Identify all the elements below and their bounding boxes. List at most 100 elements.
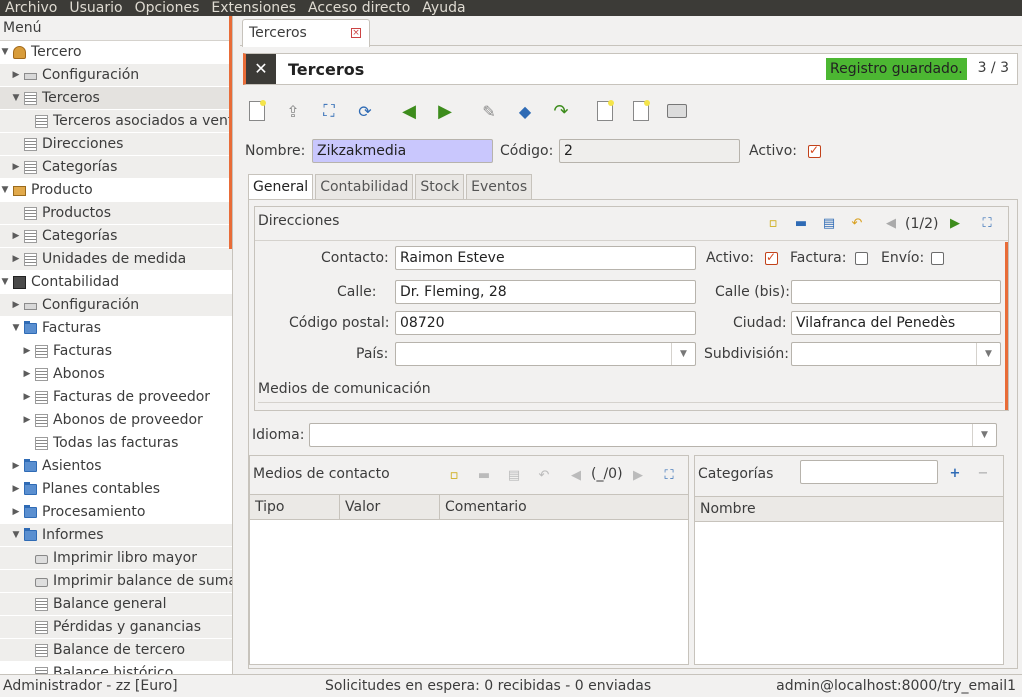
expander-closed-icon[interactable]: ▶ [11, 455, 21, 478]
sidebar-item[interactable]: ▼ Terceros [0, 87, 232, 110]
sidebar-item[interactable]: ▼ Producto [0, 179, 232, 202]
sidebar-item[interactable]: ▶ Facturas de proveedor [0, 386, 232, 409]
menu-archivo[interactable]: Archivo [0, 0, 64, 16]
expander-closed-icon[interactable]: ▶ [22, 363, 32, 386]
dir-undo-icon[interactable]: ↶ [849, 216, 865, 232]
expander-open-icon[interactable]: ▼ [11, 524, 21, 547]
relate-button[interactable]: ↷ [550, 100, 572, 122]
add-icon[interactable]: + [947, 466, 963, 482]
expander-open-icon[interactable]: ▼ [0, 41, 10, 64]
activo-checkbox[interactable] [808, 143, 821, 158]
tab-stock[interactable]: Stock [415, 174, 465, 199]
mc-prev-icon[interactable]: ◀ [568, 468, 584, 484]
tools-icon[interactable]: ✕ [246, 54, 276, 84]
contacto-field[interactable]: Raimon Esteve [395, 246, 696, 270]
dir-prev-icon[interactable]: ◀ [883, 216, 899, 232]
remove-icon[interactable]: − [975, 466, 991, 482]
sidebar-item[interactable]: Direcciones [0, 133, 232, 156]
sidebar-item[interactable]: ▶ Planes contables [0, 478, 232, 501]
sidebar-item[interactable]: ▶ Asientos [0, 455, 232, 478]
switch-view-button[interactable]: ⛶ [318, 100, 340, 122]
sidebar-item[interactable]: Imprimir libro mayor [0, 547, 232, 570]
expander-closed-icon[interactable]: ▶ [22, 340, 32, 363]
sidebar-item[interactable]: Balance general [0, 593, 232, 616]
expander-closed-icon[interactable]: ▶ [11, 225, 21, 248]
mc-undo-icon[interactable]: ↶ [536, 468, 552, 484]
subdivision-select[interactable]: ▼ [791, 342, 1001, 366]
mc-new-icon[interactable]: ▫ [446, 468, 462, 484]
menu-opciones[interactable]: Opciones [130, 0, 207, 16]
dir-activo-checkbox[interactable] [765, 250, 778, 265]
status-requests[interactable]: Solicitudes en espera: 0 recibidas - 0 e… [325, 675, 651, 697]
sidebar-item[interactable]: ▼ Tercero [0, 41, 232, 64]
report-button[interactable] [594, 100, 616, 122]
sidebar-item[interactable]: Balance de tercero [0, 639, 232, 662]
categorias-search[interactable] [800, 460, 938, 484]
sidebar-item[interactable]: ▶ Configuración [0, 294, 232, 317]
ciudad-field[interactable]: Vilafranca del Penedès [791, 311, 1001, 335]
dir-next-icon[interactable]: ▶ [947, 216, 963, 232]
tab-general[interactable]: General [248, 174, 314, 200]
sidebar-item[interactable]: ▶ Abonos de proveedor [0, 409, 232, 432]
sidebar-item[interactable]: ▶ Categorías [0, 156, 232, 179]
envio-checkbox[interactable] [931, 252, 944, 265]
dir-open-icon[interactable]: ▬ [793, 216, 809, 232]
reload-button[interactable]: ⟳ [354, 100, 376, 122]
menu-usuario[interactable]: Usuario [64, 0, 129, 16]
nombre-field[interactable]: Zikzakmedia [312, 139, 493, 163]
expander-closed-icon[interactable]: ▶ [11, 156, 21, 179]
pais-select[interactable]: ▼ [395, 342, 696, 366]
col-valor[interactable]: Valor [340, 495, 440, 519]
calle-field[interactable]: Dr. Fleming, 28 [395, 280, 696, 304]
previous-button[interactable]: ◀ [398, 100, 420, 122]
mc-delete-icon[interactable]: ▤ [506, 468, 522, 484]
mc-next-icon[interactable]: ▶ [630, 468, 646, 484]
col-comentario[interactable]: Comentario [440, 495, 688, 519]
sidebar-item[interactable]: Terceros asociados a venta [0, 110, 232, 133]
action-button[interactable]: ◆ [514, 100, 536, 122]
sidebar-item[interactable]: ▶ Configuración [0, 64, 232, 87]
menu-acceso-directo[interactable]: Acceso directo [303, 0, 417, 16]
sidebar-item[interactable]: ▼ Informes [0, 524, 232, 547]
sidebar-item[interactable]: Todas las facturas [0, 432, 232, 455]
col-tipo[interactable]: Tipo [250, 495, 340, 519]
expander-open-icon[interactable]: ▼ [11, 317, 21, 340]
email-button[interactable] [630, 100, 652, 122]
col-nombre[interactable]: Nombre [695, 497, 1003, 521]
sidebar-item[interactable]: ▼ Facturas [0, 317, 232, 340]
print-button[interactable] [666, 100, 688, 122]
sidebar-item[interactable]: Pérdidas y ganancias [0, 616, 232, 639]
sidebar-item[interactable]: Imprimir balance de sumas [0, 570, 232, 593]
expander-open-icon[interactable]: ▼ [0, 179, 10, 202]
mc-switch-icon[interactable]: ⛶ [661, 468, 677, 484]
sidebar-item[interactable]: ▼ Contabilidad [0, 271, 232, 294]
sidebar-item[interactable]: ▶ Abonos [0, 363, 232, 386]
sidebar-item[interactable]: Balance histórico [0, 662, 232, 674]
expander-closed-icon[interactable]: ▶ [22, 386, 32, 409]
close-tab-icon[interactable]: × [351, 28, 361, 38]
menu-ayuda[interactable]: Ayuda [417, 0, 472, 16]
tab-eventos[interactable]: Eventos [466, 174, 533, 199]
dir-switch-icon[interactable]: ⛶ [979, 216, 995, 232]
next-button[interactable]: ▶ [434, 100, 456, 122]
expander-closed-icon[interactable]: ▶ [11, 248, 21, 271]
expander-open-icon[interactable]: ▼ [0, 271, 10, 294]
idioma-select[interactable]: ▼ [309, 423, 997, 447]
menu-extensiones[interactable]: Extensiones [206, 0, 303, 16]
factura-checkbox[interactable] [855, 252, 868, 265]
sidebar-item[interactable]: ▶ Categorías [0, 225, 232, 248]
codigo-field[interactable]: 2 [559, 139, 740, 163]
sidebar-item[interactable]: ▶ Procesamiento [0, 501, 232, 524]
tab-contabilidad[interactable]: Contabilidad [315, 174, 414, 199]
tab-terceros[interactable]: Terceros × [242, 19, 370, 47]
calle-bis-field[interactable] [791, 280, 1001, 304]
expander-closed-icon[interactable]: ▶ [22, 409, 32, 432]
mc-grid-body[interactable] [250, 520, 688, 664]
new-record-button[interactable] [246, 100, 268, 122]
cat-grid-body[interactable] [695, 522, 1003, 664]
attachment-button[interactable]: ✎ [478, 100, 500, 122]
expander-closed-icon[interactable]: ▶ [11, 294, 21, 317]
save-button[interactable]: ⇪ [282, 100, 304, 122]
mc-open-icon[interactable]: ▬ [476, 468, 492, 484]
expander-open-icon[interactable]: ▼ [11, 87, 21, 110]
